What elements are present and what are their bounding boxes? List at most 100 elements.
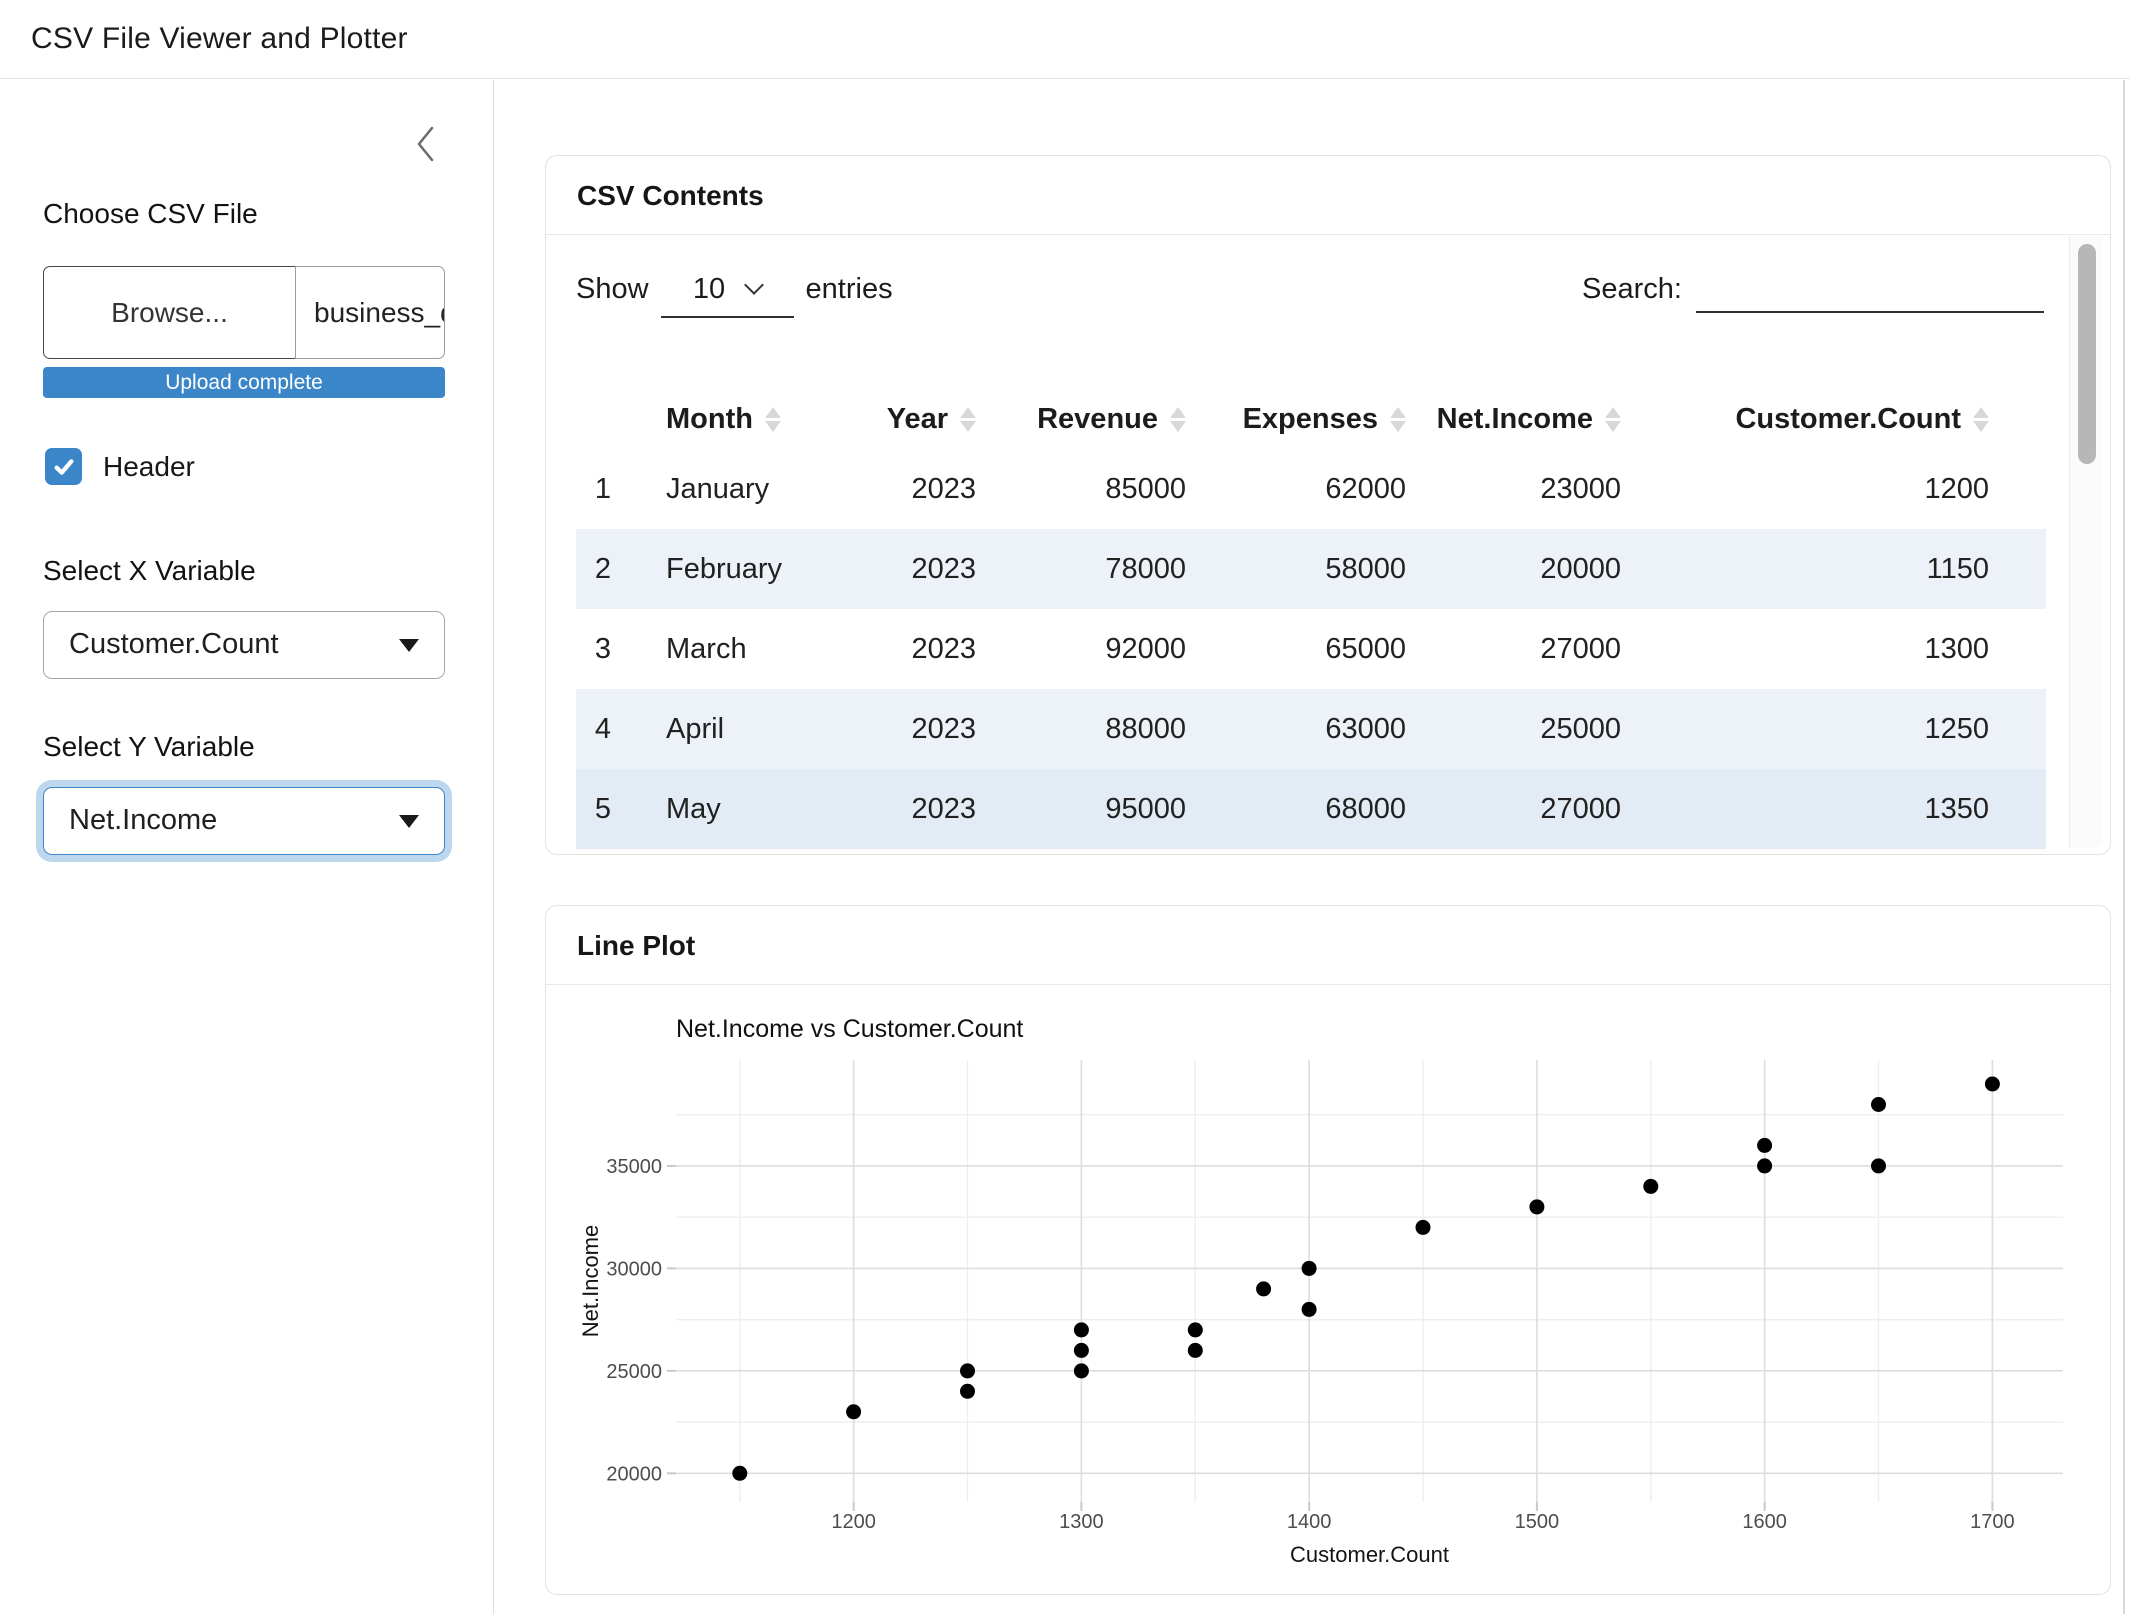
table-cell: 2 <box>576 529 611 609</box>
table-cell: 63000 <box>1186 689 1406 769</box>
top-bar: CSV File Viewer and Plotter <box>0 0 2130 79</box>
svg-text:35000: 35000 <box>606 1156 662 1178</box>
table-cell: 2023 <box>891 449 976 529</box>
browse-button[interactable]: Browse... <box>43 266 296 359</box>
table-cell: 58000 <box>1186 529 1406 609</box>
table-cell: 1350 <box>1621 769 2046 849</box>
content-right-divider <box>2123 80 2125 1614</box>
table-cell: 4 <box>576 689 611 769</box>
table-cell: May <box>611 769 891 849</box>
page-length-select[interactable]: 10 <box>661 273 794 318</box>
page-length-control: Show 10 entries <box>576 273 893 318</box>
table-scrollbar-track[interactable] <box>2069 236 2103 848</box>
sort-icon <box>1170 407 1186 432</box>
file-input-group: Browse... business_data.csv <box>43 266 445 359</box>
table-cell: 78000 <box>976 529 1186 609</box>
search-label: Search: <box>1582 273 1682 306</box>
csv-card-body: Show 10 entries Search: MonthYearRe <box>546 235 2110 849</box>
table-cell: February <box>611 529 891 609</box>
upload-progress-bar: Upload complete <box>43 367 445 398</box>
entries-label: entries <box>806 273 893 306</box>
datatable-controls: Show 10 entries Search: <box>576 273 2044 329</box>
plot-card-title: Line Plot <box>546 906 2110 985</box>
column-header-revenue[interactable]: Revenue <box>976 389 1186 449</box>
sort-icon <box>1390 407 1406 432</box>
x-variable-select[interactable]: Customer.Count <box>43 611 445 679</box>
file-input-label: Choose CSV File <box>43 198 258 230</box>
table-cell: 2023 <box>891 529 976 609</box>
svg-text:1200: 1200 <box>831 1511 876 1533</box>
table-cell: April <box>611 689 891 769</box>
header-checkbox-row[interactable]: Header <box>45 448 195 485</box>
caret-down-icon <box>399 815 419 828</box>
table-cell: 25000 <box>1406 689 1621 769</box>
table-cell: 2023 <box>891 609 976 689</box>
svg-text:25000: 25000 <box>606 1361 662 1383</box>
column-header-expenses[interactable]: Expenses <box>1186 389 1406 449</box>
csv-table: MonthYear Revenue Expenses Net.Income Custom… <box>576 389 2046 849</box>
table-cell: 1250 <box>1621 689 2046 769</box>
table-row[interactable]: 3March20239200065000270001300 <box>576 609 2046 689</box>
plot-card-body: 1200130014001500160017002000025000300003… <box>546 985 2110 1594</box>
x-variable-value: Customer.Count <box>69 612 279 677</box>
table-cell: 2023 <box>891 689 976 769</box>
table-cell: March <box>611 609 891 689</box>
column-header-customer-count[interactable]: Customer.Count <box>1621 389 2046 449</box>
csv-card-title: CSV Contents <box>546 156 2110 235</box>
table-cell: 88000 <box>976 689 1186 769</box>
table-cell: 95000 <box>976 769 1186 849</box>
search-input[interactable] <box>1696 273 2044 313</box>
sidebar-collapse-button[interactable] <box>411 122 441 166</box>
svg-text:1600: 1600 <box>1742 1511 1787 1533</box>
csv-contents-card: CSV Contents Show 10 entries Search: <box>545 155 2111 855</box>
column-header-rownum <box>576 389 611 449</box>
svg-text:1300: 1300 <box>1059 1511 1104 1533</box>
column-label: Year <box>887 403 948 436</box>
sort-icon <box>1973 407 1989 432</box>
table-cell: 27000 <box>1406 769 1621 849</box>
column-label: Expenses <box>1243 403 1378 436</box>
checkmark-icon <box>52 455 76 479</box>
search-control: Search: <box>1582 273 2044 313</box>
sort-icon <box>1605 407 1621 432</box>
table-cell: 23000 <box>1406 449 1621 529</box>
column-label: Revenue <box>1037 403 1158 436</box>
table-cell: 65000 <box>1186 609 1406 689</box>
sidebar: Choose CSV File Browse... business_data.… <box>0 80 494 1614</box>
column-label: Customer.Count <box>1735 403 1961 436</box>
page-length-value: 10 <box>693 273 725 306</box>
column-header-month[interactable]: Month <box>611 389 891 449</box>
table-cell: January <box>611 449 891 529</box>
header-checkbox[interactable] <box>45 448 82 485</box>
column-label: Net.Income <box>1437 403 1593 436</box>
filename-field[interactable]: business_data.csv <box>295 266 445 359</box>
table-cell: 27000 <box>1406 609 1621 689</box>
table-cell: 1300 <box>1621 609 2046 689</box>
header-checkbox-label: Header <box>103 451 195 483</box>
svg-text:30000: 30000 <box>606 1258 662 1280</box>
chevron-down-icon <box>744 275 764 295</box>
page-title: CSV File Viewer and Plotter <box>31 22 408 56</box>
table-row[interactable]: 1January20238500062000230001200 <box>576 449 2046 529</box>
y-variable-value: Net.Income <box>69 788 217 853</box>
table-row[interactable]: 5May20239500068000270001350 <box>576 769 2046 849</box>
column-header-net-income[interactable]: Net.Income <box>1406 389 1621 449</box>
table-cell: 3 <box>576 609 611 689</box>
scatter-plot: 1200130014001500160017002000025000300003… <box>546 985 2110 1594</box>
sort-icon <box>960 407 976 432</box>
line-plot-card: Line Plot 120013001400150016001700200002… <box>545 905 2111 1595</box>
table-cell: 1150 <box>1621 529 2046 609</box>
table-cell: 62000 <box>1186 449 1406 529</box>
svg-text:20000: 20000 <box>606 1463 662 1485</box>
table-scrollbar-thumb[interactable] <box>2078 244 2096 464</box>
table-cell: 68000 <box>1186 769 1406 849</box>
svg-text:1500: 1500 <box>1515 1511 1560 1533</box>
table-row[interactable]: 2February20237800058000200001150 <box>576 529 2046 609</box>
y-variable-select[interactable]: Net.Income <box>43 787 445 855</box>
column-header-year[interactable]: Year <box>891 389 976 449</box>
svg-text:1400: 1400 <box>1287 1511 1332 1533</box>
main-content: CSV Contents Show 10 entries Search: <box>494 80 2130 1614</box>
svg-text:Net.Income: Net.Income <box>578 1225 603 1338</box>
table-row[interactable]: 4April20238800063000250001250 <box>576 689 2046 769</box>
chevron-left-icon <box>411 122 441 166</box>
